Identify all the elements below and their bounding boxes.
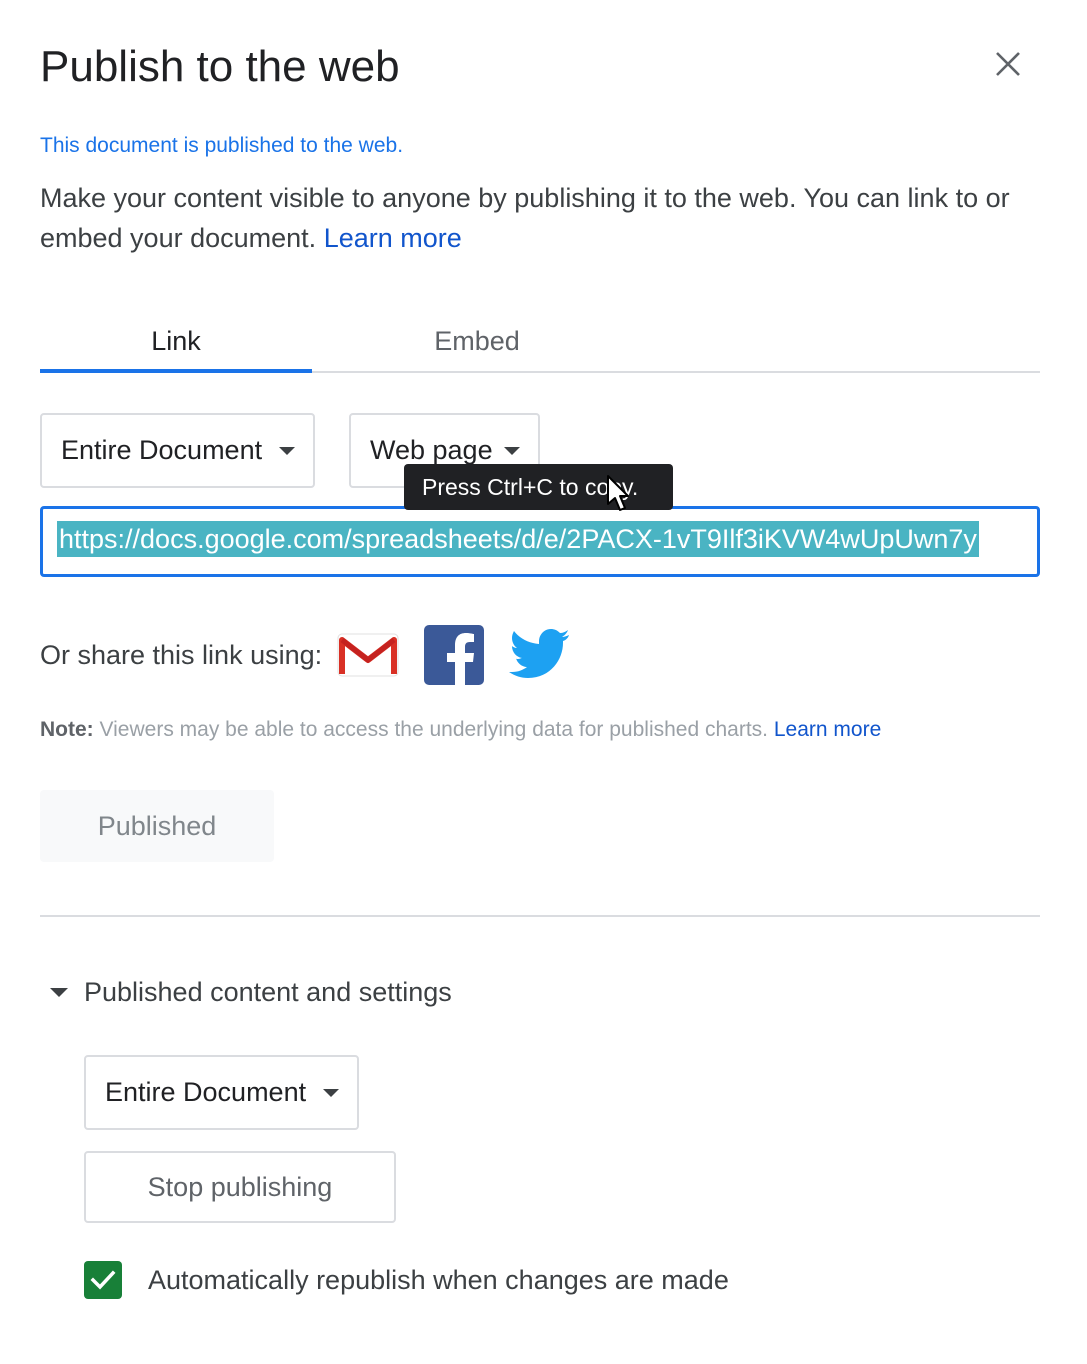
gmail-icon[interactable] bbox=[336, 623, 400, 687]
stop-publishing-button[interactable]: Stop publishing bbox=[84, 1151, 396, 1223]
expand-caret-icon bbox=[50, 987, 68, 997]
mouse-cursor-icon bbox=[607, 475, 629, 511]
twitter-icon[interactable] bbox=[508, 623, 572, 687]
note-label: Note: bbox=[40, 718, 94, 741]
published-url-field[interactable]: https://docs.google.com/spreadsheets/d/e… bbox=[40, 506, 1040, 577]
description: Make your content visible to anyone by p… bbox=[40, 178, 1040, 258]
dropdown-arrow-icon bbox=[504, 447, 520, 455]
tab-embed[interactable]: Embed bbox=[312, 310, 642, 373]
note-learn-more-link[interactable]: Learn more bbox=[774, 718, 881, 741]
tab-link[interactable]: Link bbox=[40, 310, 312, 373]
share-label: Or share this link using: bbox=[40, 639, 323, 670]
copy-tooltip: Press Ctrl+C to copy. bbox=[404, 464, 673, 510]
published-settings-toggle[interactable]: Published content and settings bbox=[48, 972, 452, 1012]
range-dropdown-value: Entire Document bbox=[61, 435, 263, 465]
note: Note: Viewers may be able to access the … bbox=[40, 714, 881, 746]
auto-republish-checkbox[interactable] bbox=[84, 1261, 122, 1299]
published-settings-header: Published content and settings bbox=[84, 976, 452, 1007]
description-text: Make your content visible to anyone by p… bbox=[40, 183, 1010, 253]
range-dropdown[interactable]: Entire Document bbox=[40, 413, 315, 488]
settings-range-dropdown[interactable]: Entire Document bbox=[84, 1055, 359, 1130]
tab-bar: Link Embed bbox=[40, 310, 1040, 373]
dialog-title: Publish to the web bbox=[40, 42, 400, 91]
facebook-icon[interactable] bbox=[422, 623, 486, 687]
auto-republish-option[interactable]: Automatically republish when changes are… bbox=[84, 1258, 729, 1302]
publish-dialog: Publish to the web This document is publ… bbox=[0, 0, 1087, 1364]
published-url-text: https://docs.google.com/spreadsheets/d/e… bbox=[57, 521, 979, 557]
divider bbox=[40, 915, 1040, 917]
published-button: Published bbox=[40, 790, 274, 862]
close-button[interactable] bbox=[988, 44, 1028, 84]
dropdown-arrow-icon bbox=[279, 447, 295, 455]
format-dropdown-value: Web page bbox=[370, 435, 493, 465]
auto-republish-label: Automatically republish when changes are… bbox=[148, 1264, 729, 1295]
learn-more-link[interactable]: Learn more bbox=[324, 223, 462, 253]
published-status: This document is published to the web. bbox=[40, 134, 404, 157]
dropdown-arrow-icon bbox=[323, 1089, 339, 1097]
checkmark-icon bbox=[90, 1270, 116, 1290]
note-text: Viewers may be able to access the underl… bbox=[99, 718, 769, 741]
share-row: Or share this link using: bbox=[40, 620, 594, 690]
settings-range-dropdown-value: Entire Document bbox=[105, 1077, 307, 1107]
close-icon bbox=[996, 52, 1020, 76]
